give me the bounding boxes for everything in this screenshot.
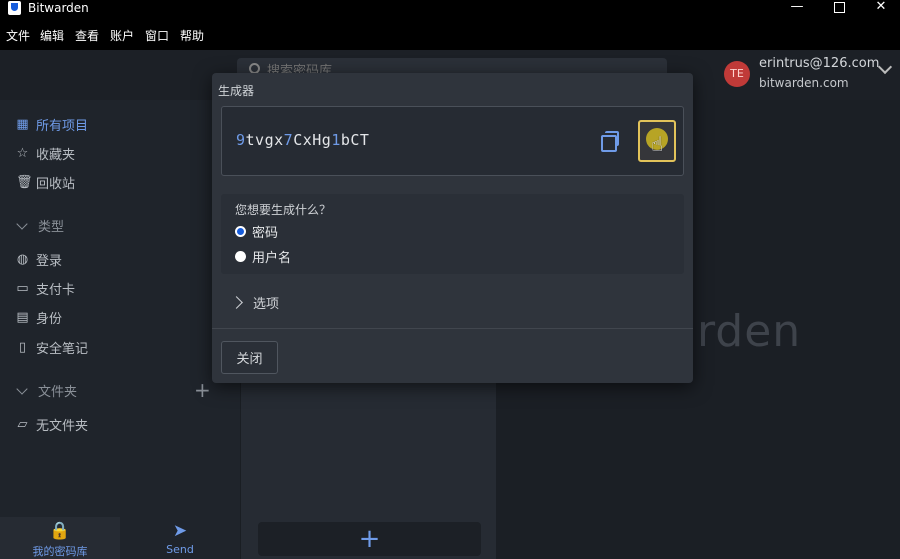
sidebar-item-favorites[interactable]: ☆ 收藏夹 — [16, 143, 75, 163]
chevron-down-icon — [16, 382, 28, 395]
paper-plane-icon: ➤ — [172, 521, 188, 541]
menu-bar: 文件 编辑 查看 账户 窗口 帮助 — [0, 16, 900, 50]
grid-icon: ▦ — [16, 116, 29, 132]
folders-header-label: 文件夹 — [38, 385, 78, 400]
generated-password-box: 9tvgx7CxHg1bCT ☝ — [221, 106, 684, 176]
id-card-icon: ▤ — [16, 309, 29, 325]
options-toggle[interactable]: 选项 — [230, 293, 280, 312]
radio-unchecked-icon[interactable] — [235, 250, 246, 262]
account-server: bitwarden.com — [759, 76, 849, 90]
sidebar-item-label: 无文件夹 — [36, 418, 89, 434]
copy-icon[interactable] — [598, 130, 620, 152]
add-folder-icon[interactable]: + — [194, 380, 211, 400]
radio-checked-icon[interactable] — [235, 225, 246, 237]
dialog-footer: 关闭 — [212, 328, 693, 383]
tab-send[interactable]: ➤ Send — [120, 517, 240, 559]
password-digit: 1 — [331, 131, 341, 149]
types-section-header[interactable]: 类型 — [16, 216, 64, 235]
password-chars: bCT — [340, 131, 370, 149]
sidebar-item-all-items[interactable]: ▦ 所有项目 — [16, 114, 88, 134]
sidebar-item-label: 收藏夹 — [36, 147, 76, 163]
menu-edit[interactable]: 编辑 — [40, 27, 64, 44]
menu-view[interactable]: 查看 — [75, 27, 99, 44]
minimize-button[interactable]: — — [782, 0, 812, 16]
account-email[interactable]: erintrus@126.com — [759, 56, 879, 71]
radio-label: 密码 — [252, 225, 279, 241]
regenerate-button[interactable]: ☝ — [638, 120, 676, 162]
password-digit: 7 — [283, 131, 294, 149]
menu-help[interactable]: 帮助 — [180, 27, 204, 44]
menu-window[interactable]: 窗口 — [145, 27, 169, 44]
generator-dialog: 生成器 9tvgx7CxHg1bCT ☝ 您想要生成什么？ 密码 用户名 选项 … — [212, 73, 693, 383]
chevron-down-icon — [16, 217, 28, 230]
folder-icon: ▱ — [17, 416, 28, 432]
password-digit: 9 — [236, 131, 246, 149]
chevron-down-icon[interactable] — [877, 59, 893, 75]
close-window-button[interactable]: ✕ — [866, 0, 896, 16]
hand-cursor-icon: ☝ — [651, 132, 664, 156]
close-button[interactable]: 关闭 — [221, 341, 278, 374]
sidebar-item-secure-note[interactable]: ▯ 安全笔记 — [16, 337, 88, 357]
lock-icon: 🔒 — [49, 521, 71, 541]
sidebar-item-trash[interactable]: 🗑 回收站 — [16, 172, 75, 192]
sidebar-item-label: 安全笔记 — [36, 341, 89, 357]
sidebar-item-label: 登录 — [36, 253, 63, 269]
globe-icon: ◍ — [16, 251, 29, 267]
menu-file[interactable]: 文件 — [6, 27, 30, 44]
sidebar-item-login[interactable]: ◍ 登录 — [16, 249, 62, 269]
note-icon: ▯ — [18, 339, 27, 355]
password-chars: tvgx — [245, 131, 284, 149]
generate-type-panel: 您想要生成什么？ 密码 用户名 — [221, 194, 684, 274]
radio-label: 用户名 — [252, 250, 292, 266]
sidebar-item-label: 所有项目 — [36, 118, 89, 134]
sidebar-item-label: 回收站 — [36, 176, 76, 192]
maximize-button[interactable] — [824, 0, 854, 16]
types-header-label: 类型 — [38, 220, 65, 235]
options-label: 选项 — [253, 297, 280, 312]
password-chars: CxHg — [293, 131, 332, 149]
bitwarden-logo-icon — [8, 1, 21, 15]
app-title: Bitwarden — [28, 1, 89, 15]
sidebar-item-card[interactable]: ▭ 支付卡 — [16, 278, 75, 298]
radio-username[interactable]: 用户名 — [235, 247, 292, 266]
sidebar-item-label: 身份 — [36, 311, 63, 327]
avatar[interactable]: TE — [724, 61, 750, 87]
sidebar: ▦ 所有项目 ☆ 收藏夹 🗑 回收站 类型 ◍ 登录 ▭ 支付卡 ▤ 身份 ▯ … — [0, 100, 240, 559]
radio-password[interactable]: 密码 — [235, 222, 279, 241]
sidebar-item-label: 支付卡 — [36, 282, 76, 298]
menu-account[interactable]: 账户 — [110, 27, 134, 44]
tab-label: Send — [166, 543, 194, 556]
folders-section-header[interactable]: 文件夹 — [16, 381, 77, 400]
trash-icon: 🗑 — [16, 174, 33, 190]
tab-my-vault[interactable]: 🔒 我的密码库 — [0, 517, 120, 559]
sidebar-item-no-folder[interactable]: ▱ 无文件夹 — [16, 414, 89, 434]
add-item-button[interactable]: + — [258, 522, 481, 556]
tab-label: 我的密码库 — [32, 545, 88, 558]
generate-type-question: 您想要生成什么？ — [235, 203, 332, 217]
title-bar: Bitwarden — ✕ — [0, 0, 900, 16]
credit-card-icon: ▭ — [16, 280, 29, 296]
chevron-right-icon — [230, 296, 243, 309]
star-icon: ☆ — [16, 145, 29, 161]
dialog-title: 生成器 — [218, 84, 255, 98]
sidebar-item-identity[interactable]: ▤ 身份 — [16, 307, 62, 327]
generated-password[interactable]: 9tvgx7CxHg1bCT — [236, 131, 369, 149]
